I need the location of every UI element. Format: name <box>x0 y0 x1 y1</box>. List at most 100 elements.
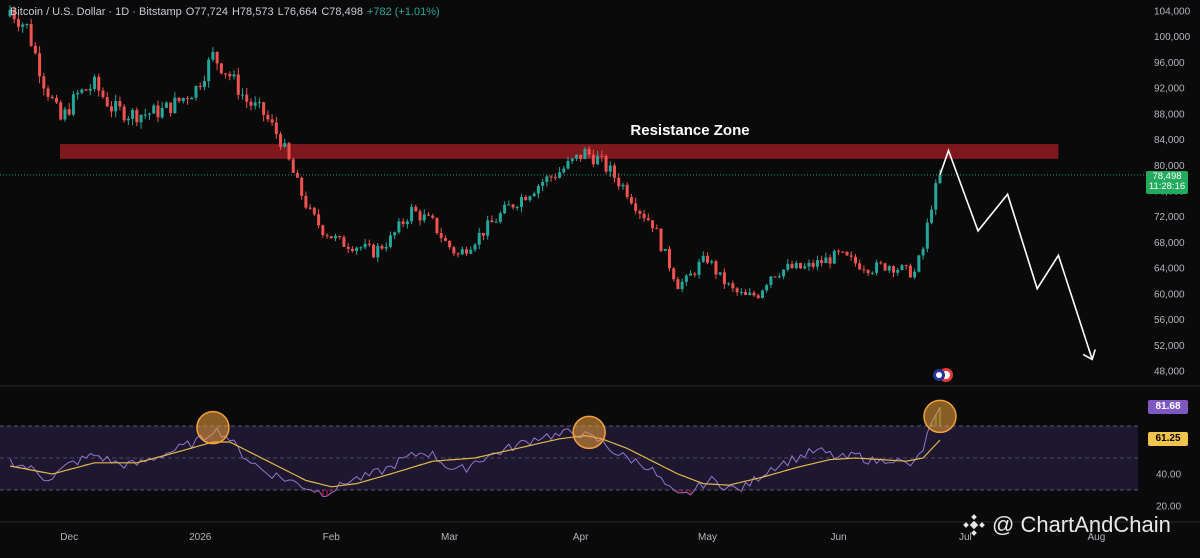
candle-body <box>532 193 536 197</box>
candle-body <box>80 89 84 93</box>
candle-body <box>21 24 25 27</box>
candle-body <box>477 232 481 245</box>
candle <box>925 218 929 253</box>
candle-body <box>274 122 278 135</box>
candle-body <box>520 196 523 208</box>
candle-body <box>55 98 58 103</box>
price-tick-label: 88,000 <box>1154 109 1185 120</box>
candle-body <box>279 134 283 147</box>
candle-body <box>849 255 853 257</box>
candle-body <box>473 244 477 250</box>
candle-body <box>858 263 862 270</box>
candle-body <box>672 268 676 280</box>
candle-body <box>545 176 549 182</box>
price-tick-label: 72,000 <box>1154 212 1185 223</box>
candle-body <box>904 265 908 267</box>
candle-body <box>118 101 122 107</box>
candle-body <box>689 273 693 276</box>
candle-body <box>617 177 621 187</box>
resistance-zone <box>60 144 1059 159</box>
close-value: C78,498 <box>321 6 363 18</box>
candle-body <box>456 253 460 255</box>
candle-body <box>266 114 270 120</box>
candle-body <box>321 225 325 236</box>
candle <box>410 203 414 225</box>
candle-body <box>608 165 612 172</box>
candle-body <box>186 97 190 100</box>
candle-body <box>317 214 321 226</box>
candle-body <box>270 119 274 123</box>
chart-stage[interactable]: 104,000 100,000 96,000 92,000 88,000 84,000 80… <box>0 0 1200 553</box>
candle-body <box>549 176 553 178</box>
candle-body <box>71 94 75 115</box>
candlestick-chart[interactable]: 104,000100,00096,00092,00088,00084,00080… <box>0 0 1200 553</box>
candle <box>917 254 921 273</box>
candle-body <box>794 263 798 269</box>
candle-body <box>42 76 46 89</box>
symbol-header: Bitcoin / U.S. Dollar · 1D · Bitstamp O7… <box>10 6 440 18</box>
candle-body <box>219 63 223 74</box>
candle-body <box>591 154 595 165</box>
candle-body <box>287 143 291 160</box>
candle-body <box>879 262 883 264</box>
candle-body <box>574 154 578 159</box>
candle <box>799 262 802 269</box>
candle-body <box>439 233 443 239</box>
candle-body <box>760 290 764 298</box>
candle-body <box>583 148 587 160</box>
candle-body <box>405 221 409 225</box>
candle-body <box>811 262 815 267</box>
price-tick-label: 84,000 <box>1154 135 1185 146</box>
candle <box>908 263 912 278</box>
candle-body <box>431 215 435 218</box>
candle-body <box>329 236 333 239</box>
candle-body <box>291 159 295 173</box>
candle-body <box>181 97 185 102</box>
candle <box>287 141 291 161</box>
candle-body <box>173 97 177 114</box>
flag-icon <box>933 368 953 382</box>
candle-body <box>786 263 790 270</box>
candle-body <box>350 248 354 251</box>
candle-body <box>202 81 206 88</box>
candle-body <box>135 109 139 123</box>
candle-body <box>435 217 439 234</box>
rsi-tick-label: 40.00 <box>1156 470 1181 481</box>
candle-body <box>629 196 633 204</box>
month-label: Jun <box>830 532 846 543</box>
candle <box>122 104 126 123</box>
candle <box>291 157 295 174</box>
candle-body <box>870 272 874 274</box>
candle-body <box>887 266 891 271</box>
candle-body <box>803 266 807 269</box>
candle-body <box>875 262 879 273</box>
price-tick-label: 56,000 <box>1154 315 1185 326</box>
rsi-highlight-circle <box>196 410 230 445</box>
candle-body <box>718 272 722 275</box>
candle-body <box>257 102 261 104</box>
candle-body <box>824 257 828 264</box>
candle-body <box>807 262 811 267</box>
candle-body <box>418 211 422 221</box>
price-tick-label: 64,000 <box>1154 264 1185 275</box>
candle <box>71 91 75 117</box>
candle-body <box>253 102 257 106</box>
candle <box>659 227 663 253</box>
price-tick-label: 68,000 <box>1154 238 1185 249</box>
candle-body <box>190 97 194 100</box>
candle-body <box>211 51 215 60</box>
candle-body <box>363 243 367 248</box>
price-tick-label: 60,000 <box>1154 289 1185 300</box>
current-price-tag: 78,498 11:28:16 <box>1146 171 1188 194</box>
candle-body <box>372 244 376 258</box>
candle-body <box>680 281 684 290</box>
candle-body <box>820 260 824 264</box>
candle-body <box>224 73 228 75</box>
candle-body <box>667 248 671 269</box>
candle-body <box>862 269 866 271</box>
rsi-highlight-circle <box>572 415 606 450</box>
candle-body <box>401 221 405 225</box>
rsi-highlight-circle <box>923 399 957 434</box>
candle-body <box>88 88 92 91</box>
candle-body <box>896 269 900 273</box>
